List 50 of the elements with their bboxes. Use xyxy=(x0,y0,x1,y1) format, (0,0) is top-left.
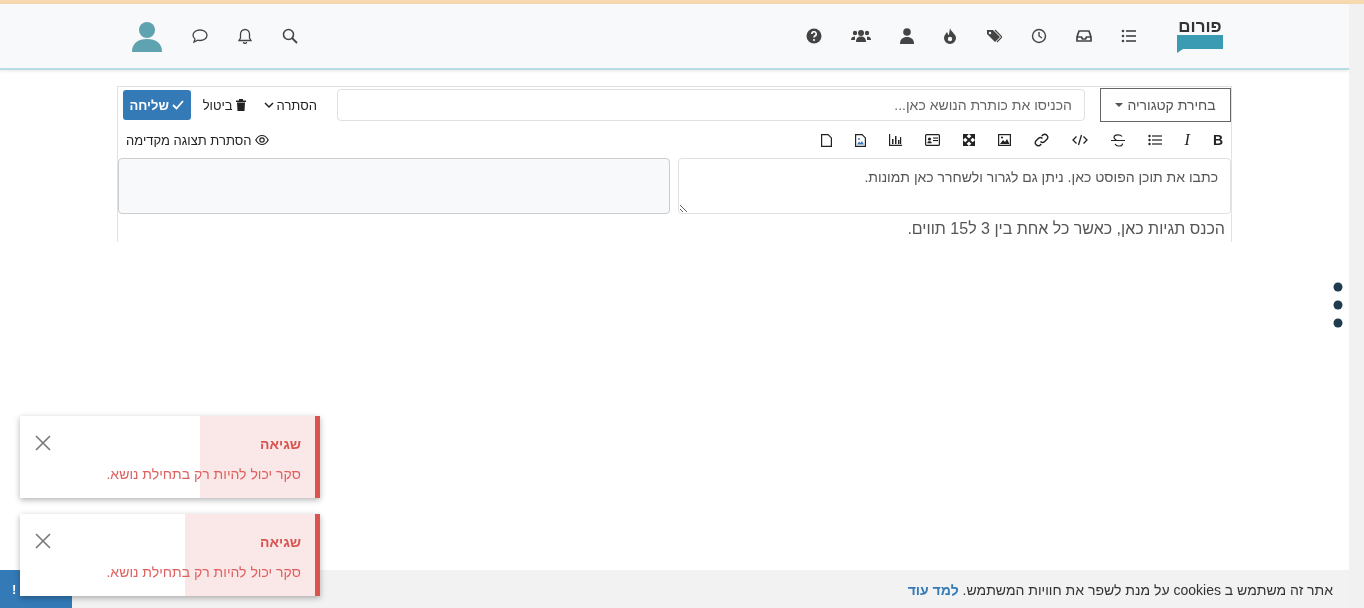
toast-title: שגיאה xyxy=(259,436,301,452)
hide-dropdown[interactable]: הסתרה xyxy=(257,90,323,120)
toast-message: סקר יכול להיות רק בתחילת נושא. xyxy=(106,466,301,482)
image-icon[interactable] xyxy=(997,134,1011,146)
trash-icon xyxy=(235,99,246,111)
submit-button[interactable]: שליחה xyxy=(122,90,191,120)
list-icon[interactable] xyxy=(1147,134,1162,146)
cookie-message: אתר זה משתמש ב cookies על מנת לשפר את חוויות המשתמש. למד עוד xyxy=(907,582,1333,598)
bar-chart-icon[interactable] xyxy=(888,134,902,146)
code-icon[interactable] xyxy=(1071,134,1088,146)
cancel-button[interactable]: ביטול xyxy=(196,90,252,120)
category-dropdown[interactable]: בחירת קטגוריה xyxy=(1100,88,1231,122)
forum-logo[interactable]: פורום xyxy=(1176,19,1224,53)
file-icon[interactable] xyxy=(820,133,832,147)
image-file-icon[interactable] xyxy=(854,133,866,147)
post-body-field[interactable]: כתבו את תוכן הפוסט כאן. ניתן גם לגרור ולשחרר כאן תמונות. xyxy=(678,158,1231,214)
fire-icon[interactable] xyxy=(943,28,957,44)
caret-icon xyxy=(1115,103,1124,107)
help-icon[interactable] xyxy=(806,28,822,44)
clock-icon[interactable] xyxy=(1031,28,1047,44)
link-icon[interactable] xyxy=(1033,133,1049,147)
eye-icon xyxy=(254,134,269,146)
toast-message: סקר יכול להיות רק בתחילת נושא. xyxy=(106,564,301,580)
users-icon[interactable] xyxy=(851,28,871,44)
bold-tool[interactable]: B xyxy=(1212,132,1223,148)
id-card-icon[interactable] xyxy=(924,134,940,146)
title-input[interactable]: הכניסו את כותרת הנושא כאן... xyxy=(337,89,1085,121)
learn-more-link[interactable]: למד עוד xyxy=(907,582,959,598)
chat-icon[interactable] xyxy=(192,28,208,44)
list-icon[interactable] xyxy=(1121,28,1137,44)
chevron-icon xyxy=(263,101,274,109)
scrollbar[interactable] xyxy=(1349,4,1364,608)
check-icon xyxy=(171,100,184,110)
close-icon[interactable] xyxy=(35,435,51,451)
bell-icon[interactable] xyxy=(238,28,252,44)
tags-icon[interactable] xyxy=(986,28,1002,44)
strikethrough-icon[interactable] xyxy=(1110,133,1125,147)
search-icon[interactable] xyxy=(282,28,298,44)
toast-title: שגיאה xyxy=(259,534,301,550)
italic-tool[interactable]: I xyxy=(1184,131,1190,149)
more-menu-icon[interactable] xyxy=(1333,282,1343,328)
avatar-icon[interactable] xyxy=(132,20,162,52)
inbox-icon[interactable] xyxy=(1076,28,1092,44)
user-icon[interactable] xyxy=(900,28,914,44)
fullscreen-icon[interactable] xyxy=(962,134,975,146)
hide-preview-toggle[interactable]: הסתרת תצוגה מקדימה xyxy=(126,132,269,148)
speech-badge-icon xyxy=(1177,35,1223,53)
logo-text: פורום xyxy=(1178,19,1222,35)
close-icon[interactable] xyxy=(35,533,51,549)
tags-input[interactable]: הכנס תגיות כאן, כאשר כל אחת בין 3 ל15 תווים. xyxy=(118,214,1231,244)
